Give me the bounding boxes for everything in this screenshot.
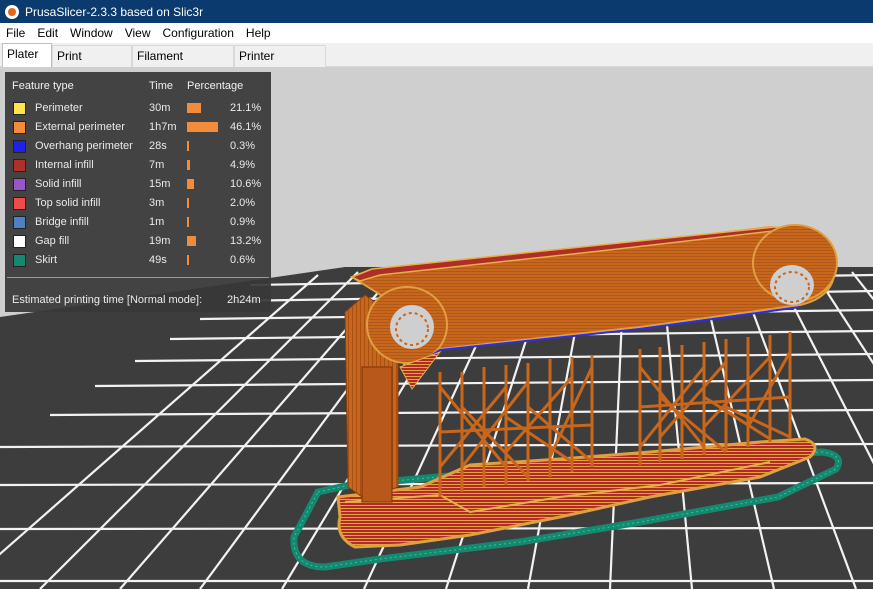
menu-help[interactable]: Help [240, 23, 277, 43]
upright-front-face [361, 366, 393, 503]
legend-color-swatch [13, 197, 26, 210]
percentage-bar [187, 160, 218, 170]
legend-color-swatch [13, 235, 26, 248]
legend-row[interactable]: Bridge infill 1m 0.9% [5, 214, 271, 233]
legend-row[interactable]: Internal infill 7m 4.9% [5, 157, 271, 176]
header-feature-type: Feature type [12, 80, 74, 92]
legend-color-swatch [13, 121, 26, 134]
percentage-bar-fill [187, 103, 202, 113]
feature-label: External perimeter [35, 121, 125, 133]
legend-row[interactable]: Top solid infill 3m 2.0% [5, 195, 271, 214]
percentage-bar [187, 179, 218, 189]
feature-label: Bridge infill [35, 216, 89, 228]
feature-percentage: 0.3% [230, 140, 256, 152]
feature-percentage: 46.1% [230, 121, 262, 133]
header-percentage: Percentage [187, 80, 244, 92]
menu-configuration[interactable]: Configuration [157, 23, 240, 43]
legend-row[interactable]: Perimeter 30m 21.1% [5, 100, 271, 119]
header-time: Time [149, 80, 174, 92]
estimated-time-value: 2h24m [227, 294, 261, 306]
percentage-bar-fill [187, 198, 189, 208]
feature-percentage: 0.6% [230, 254, 256, 266]
feature-percentage: 10.6% [230, 178, 262, 190]
legend-color-swatch [13, 102, 26, 115]
legend-panel: Feature type Time Percentage Perimeter 30… [5, 72, 271, 312]
menu-bar: File Edit Window View Configuration Help [0, 23, 873, 43]
tab-printer-settings[interactable]: Printer Settings [234, 45, 326, 83]
feature-time: 49s [149, 254, 167, 266]
percentage-bar [187, 198, 218, 208]
feature-time: 1h7m [149, 121, 177, 133]
menu-edit[interactable]: Edit [31, 23, 64, 43]
feature-label: Overhang perimeter [35, 140, 133, 152]
legend-row[interactable]: External perimeter 1h7m 46.1% [5, 119, 271, 138]
window-title: PrusaSlicer-2.3.3 based on Slic3r [25, 4, 204, 19]
legend-row[interactable]: Overhang perimeter 28s 0.3% [5, 138, 271, 157]
estimated-time-label: Estimated printing time [Normal mode]: [12, 294, 203, 306]
percentage-bar-fill [187, 122, 218, 132]
feature-label: Skirt [35, 254, 57, 266]
feature-time: 28s [149, 140, 167, 152]
legend-row[interactable]: Solid infill 15m 10.6% [5, 176, 271, 195]
title-bar: PrusaSlicer-2.3.3 based on Slic3r [0, 0, 873, 23]
feature-percentage: 4.9% [230, 159, 256, 171]
feature-label: Gap fill [35, 235, 70, 247]
legend-divider [7, 277, 269, 278]
legend-header: Feature type Time Percentage [5, 80, 271, 96]
3d-preview-viewport[interactable]: Feature type Time Percentage Perimeter 30… [0, 67, 873, 589]
prusaslicer-logo-icon [5, 4, 19, 19]
percentage-bar-fill [187, 179, 195, 189]
percentage-bar-fill [187, 160, 191, 170]
tab-print-settings[interactable]: Print Settings [52, 45, 132, 83]
legend-row[interactable]: Skirt 49s 0.6% [5, 252, 271, 271]
feature-label: Top solid infill [35, 197, 101, 209]
feature-percentage: 2.0% [230, 197, 256, 209]
tab-filament-settings[interactable]: Filament Settings [132, 45, 234, 83]
feature-label: Internal infill [35, 159, 94, 171]
percentage-bar [187, 217, 218, 227]
feature-label: Perimeter [35, 102, 83, 114]
percentage-bar-fill [187, 255, 189, 265]
legend-color-swatch [13, 254, 26, 267]
feature-time: 1m [149, 216, 165, 228]
feature-time: 30m [149, 102, 171, 114]
legend-color-swatch [13, 178, 26, 191]
feature-time: 19m [149, 235, 171, 247]
menu-file[interactable]: File [0, 23, 31, 43]
legend-color-swatch [13, 140, 26, 153]
feature-time: 3m [149, 197, 165, 209]
feature-percentage: 0.9% [230, 216, 256, 228]
feature-label: Solid infill [35, 178, 82, 190]
legend-row[interactable]: Gap fill 19m 13.2% [5, 233, 271, 252]
feature-time: 15m [149, 178, 171, 190]
menu-view[interactable]: View [119, 23, 157, 43]
legend-color-swatch [13, 216, 26, 229]
percentage-bar [187, 141, 218, 151]
percentage-bar-fill [187, 141, 189, 151]
legend-color-swatch [13, 159, 26, 172]
feature-percentage: 21.1% [230, 102, 262, 114]
feature-percentage: 13.2% [230, 235, 262, 247]
tab-plater[interactable]: Plater [2, 43, 52, 68]
percentage-bar-fill [187, 217, 189, 227]
percentage-bar [187, 255, 218, 265]
percentage-bar-fill [187, 236, 196, 246]
percentage-bar [187, 103, 218, 113]
tab-strip: Print Settings Filament Settings Printer… [0, 43, 873, 83]
percentage-bar [187, 122, 218, 132]
menu-window[interactable]: Window [64, 23, 119, 43]
feature-time: 7m [149, 159, 165, 171]
percentage-bar [187, 236, 218, 246]
